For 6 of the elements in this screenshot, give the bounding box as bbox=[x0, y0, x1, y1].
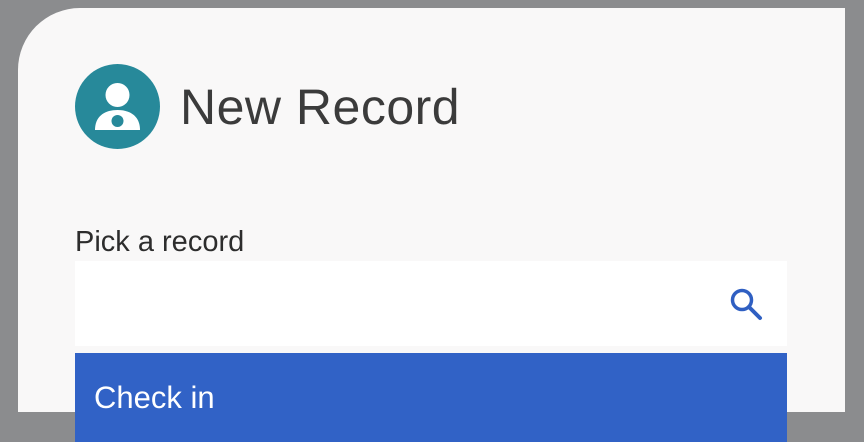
dropdown-option[interactable]: Check in bbox=[75, 353, 787, 442]
user-avatar-icon bbox=[75, 64, 160, 149]
page-title: New Record bbox=[180, 78, 460, 136]
search-icon[interactable] bbox=[729, 286, 763, 320]
field-label: Pick a record bbox=[75, 225, 246, 259]
search-field[interactable] bbox=[75, 261, 787, 346]
